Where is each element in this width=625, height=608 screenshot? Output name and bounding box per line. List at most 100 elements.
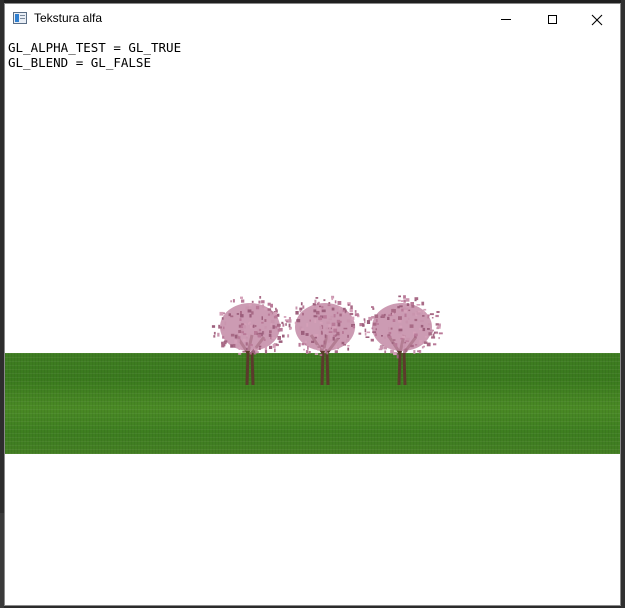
- blossom-speck: [254, 325, 257, 328]
- blossom-speck: [422, 315, 425, 317]
- blossom-speck: [378, 348, 383, 351]
- blossom-speck: [404, 348, 408, 352]
- blossom-speck: [323, 315, 327, 319]
- blossom-speck: [305, 350, 309, 354]
- blossom-speck: [295, 306, 298, 310]
- blossom-speck: [243, 333, 247, 336]
- blossom-speck: [320, 330, 323, 335]
- blossom-speck: [306, 323, 309, 327]
- blossom-speck: [398, 316, 402, 320]
- blossom-speck: [285, 323, 287, 326]
- blossom-speck: [354, 313, 359, 317]
- blossom-speck: [422, 327, 426, 332]
- blossom-speck: [347, 345, 350, 347]
- blossom-speck: [432, 333, 435, 338]
- blossom-speck: [397, 306, 400, 309]
- gl-canvas[interactable]: GL_ALPHA_TEST = GL_TRUE GL_BLEND = GL_FAL…: [5, 35, 620, 605]
- blossom-speck: [403, 295, 406, 299]
- blossom-speck: [435, 323, 439, 326]
- blossom-speck: [320, 344, 324, 348]
- blossom-speck: [398, 295, 401, 298]
- blossom-speck: [347, 334, 349, 338]
- blossom-speck: [387, 316, 390, 320]
- blossom-speck: [335, 345, 338, 349]
- blossom-speck: [241, 299, 245, 303]
- blossom-speck: [320, 326, 323, 329]
- blossom-speck: [271, 337, 275, 339]
- minimize-button[interactable]: [483, 4, 529, 35]
- blossom-speck: [263, 338, 266, 341]
- blossom-speck: [392, 339, 396, 341]
- blossom-speck: [218, 324, 221, 329]
- blossom-speck: [277, 323, 281, 327]
- blossom-speck: [365, 336, 370, 338]
- blossom-speck: [393, 309, 396, 313]
- blossom-speck: [404, 313, 407, 318]
- app-window-icon[interactable]: [13, 12, 27, 24]
- blossom-speck: [243, 325, 246, 329]
- title-bar[interactable]: Tekstura alfa: [5, 4, 620, 35]
- blossom-speck: [234, 339, 238, 344]
- blossom-speck: [400, 337, 404, 340]
- blossom-speck: [288, 317, 291, 320]
- blossom-speck: [323, 340, 326, 345]
- blossom-speck: [343, 344, 347, 346]
- blossom-speck: [258, 300, 261, 304]
- blossom-speck: [282, 323, 285, 327]
- blossom-speck: [427, 328, 430, 330]
- minimize-icon: [501, 19, 511, 20]
- blossom-speck: [230, 333, 235, 337]
- blossom-tree: [362, 295, 443, 386]
- blossom-speck: [324, 334, 327, 338]
- blossom-speck: [270, 319, 275, 323]
- blossom-speck: [401, 308, 404, 312]
- blossom-speck: [334, 350, 338, 353]
- blossom-speck: [438, 337, 440, 340]
- blossom-speck: [333, 314, 336, 318]
- blossom-tree: [211, 296, 292, 386]
- close-button[interactable]: [574, 4, 620, 35]
- blossom-speck: [383, 346, 387, 350]
- blossom-speck: [232, 299, 235, 303]
- blossom-speck: [329, 327, 331, 331]
- blossom-speck: [274, 312, 277, 316]
- blossom-speck: [366, 331, 371, 334]
- blossom-speck: [384, 350, 387, 354]
- blossom-speck: [267, 302, 271, 306]
- blossom-speck: [245, 342, 248, 346]
- blossom-speck: [406, 303, 410, 306]
- blossom-speck: [420, 320, 424, 322]
- blossom-speck: [323, 299, 326, 302]
- blossom-speck: [333, 334, 336, 337]
- blossom-speck: [371, 316, 375, 319]
- blossom-speck: [300, 302, 303, 306]
- blossom-speck: [416, 304, 421, 306]
- tree-billboards: [211, 295, 443, 386]
- blossom-speck: [392, 319, 396, 322]
- blossom-speck: [372, 331, 377, 334]
- blossom-speck: [414, 333, 418, 337]
- blossom-speck: [298, 342, 301, 347]
- blossom-speck: [435, 314, 439, 318]
- blossom-speck: [281, 321, 284, 324]
- blossom-speck: [338, 306, 341, 311]
- blossom-speck: [364, 332, 367, 336]
- blossom-speck: [267, 308, 272, 311]
- blossom-speck: [391, 342, 394, 344]
- blossom-speck: [318, 316, 323, 321]
- blossom-speck: [438, 332, 443, 335]
- blossom-speck: [388, 331, 392, 334]
- blossom-speck: [347, 304, 350, 306]
- blossom-speck: [358, 332, 362, 335]
- blossom-speck: [252, 350, 256, 353]
- blossom-speck: [337, 322, 341, 327]
- blossom-speck: [400, 300, 404, 302]
- blossom-speck: [406, 337, 410, 341]
- blossom-speck: [217, 332, 220, 337]
- blossom-speck: [334, 300, 337, 304]
- blossom-speck: [314, 319, 317, 323]
- blossom-speck: [267, 313, 270, 316]
- blossom-speck: [264, 319, 267, 322]
- maximize-button[interactable]: [529, 4, 575, 35]
- blossom-speck: [264, 350, 268, 354]
